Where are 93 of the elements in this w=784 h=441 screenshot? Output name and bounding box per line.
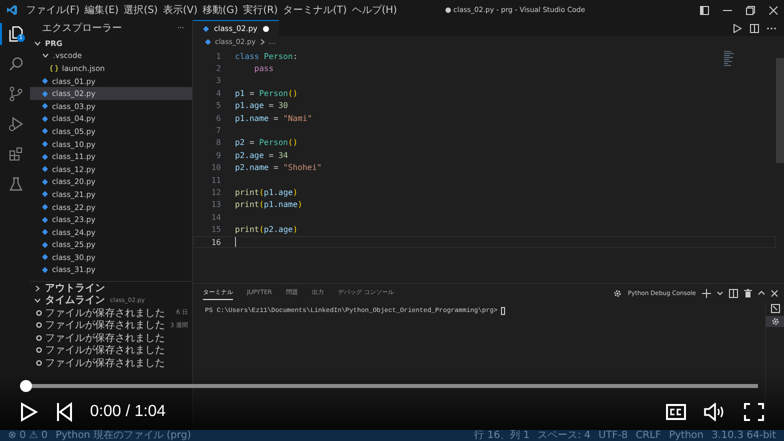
line-number: 16 — [210, 238, 222, 247]
chevron-up-icon[interactable] — [758, 290, 765, 296]
code-line: p2.name = "Shohei" — [235, 163, 322, 172]
braces-icon — [50, 64, 58, 72]
run-icon[interactable] — [733, 24, 742, 32]
search-icon[interactable] — [8, 56, 24, 72]
captions-icon[interactable] — [666, 404, 686, 420]
status-item[interactable]: スペース: 4 — [538, 430, 591, 441]
play-icon[interactable] — [20, 402, 38, 422]
menu-item[interactable]: ヘルプ(H) — [352, 3, 398, 17]
python-file-icon — [203, 26, 209, 32]
timeline-entry[interactable]: ファイルが保存されました — [45, 330, 165, 345]
menu-item[interactable]: 表示(V) — [162, 3, 198, 17]
scrollbar[interactable] — [776, 58, 784, 163]
line-number: 8 — [215, 138, 222, 148]
code-line: p2 = Person() — [235, 138, 298, 148]
circle-icon — [36, 347, 42, 354]
line-number: 5 — [215, 101, 222, 110]
text-cursor — [235, 237, 236, 248]
plus-icon[interactable] — [702, 288, 711, 298]
status-item[interactable]: 3.10.3 64-bit — [712, 430, 776, 441]
extensions-icon[interactable] — [8, 146, 24, 162]
status-item[interactable]: UTF-8 — [598, 430, 628, 441]
run-icon[interactable] — [8, 116, 24, 132]
line-number: 14 — [210, 212, 222, 222]
code-line: print(p1.name) — [235, 200, 302, 210]
branch-icon[interactable] — [8, 86, 24, 102]
code-line: p1.age = 30 — [235, 101, 288, 110]
circle-icon — [36, 334, 42, 341]
split-editor-icon[interactable] — [750, 24, 759, 32]
menu-item[interactable]: ターミナル(T) — [282, 3, 347, 17]
code-line: class Person: — [235, 52, 298, 61]
code-line: print(p1.age) — [235, 188, 298, 197]
line-number: 6 — [215, 114, 222, 123]
status-item[interactable]: ⊗ 0 ⚠ 0 — [8, 430, 48, 441]
files-icon[interactable] — [8, 26, 24, 42]
terminal-cursor — [501, 307, 506, 315]
outline-section-header[interactable]: アウトライン — [30, 281, 192, 294]
minimap-drawing[interactable] — [724, 51, 734, 66]
app-logo-icon — [6, 4, 18, 16]
close-icon[interactable] — [769, 6, 778, 14]
timeline-entry[interactable]: ファイルが保存されました — [45, 306, 165, 320]
line-number: 13 — [210, 200, 222, 210]
video-time: 0:00 / 1:04 — [90, 403, 166, 421]
line-number: 4 — [215, 88, 222, 98]
code-line: p1.name = "Nami" — [235, 114, 312, 123]
menu-item[interactable]: ファイル(F) — [26, 3, 80, 17]
line-number: 7 — [215, 126, 222, 136]
code-line: p1 = Person() — [235, 88, 298, 98]
gear-icon — [612, 288, 622, 298]
python-file-icon — [205, 39, 211, 45]
unsaved-dot-icon — [262, 26, 268, 32]
status-item[interactable]: 行 16、列 1 — [474, 430, 530, 441]
line-number: 9 — [215, 150, 222, 160]
split-terminal-icon[interactable] — [729, 288, 738, 298]
code-line: pass — [253, 64, 274, 74]
timeline-entry[interactable]: ファイルが保存されました — [45, 356, 165, 370]
terminal-icon[interactable] — [770, 304, 780, 313]
line-number: 2 — [215, 64, 222, 74]
layout-icon[interactable] — [700, 6, 709, 14]
restore-icon[interactable] — [746, 6, 755, 14]
timeline-section-header[interactable]: タイムライン — [34, 293, 105, 308]
line-number: 1 — [215, 52, 222, 61]
skip-back-icon[interactable] — [56, 402, 72, 422]
flask-icon[interactable] — [8, 176, 24, 192]
timeline-entry[interactable]: ファイルが保存されました — [45, 318, 165, 332]
volume-icon[interactable] — [704, 403, 726, 421]
circle-icon — [36, 310, 42, 316]
close-icon[interactable] — [771, 290, 778, 296]
timeline-entry[interactable]: ファイルが保存されました — [45, 343, 165, 358]
fullscreen-icon[interactable] — [744, 403, 764, 421]
line-number: 10 — [210, 163, 222, 172]
status-item[interactable]: Python 現在のファイル (prg) — [56, 430, 192, 441]
chevron-icon — [260, 39, 265, 45]
menu-item[interactable]: 編集(E) — [84, 3, 119, 17]
circle-icon — [36, 360, 42, 366]
circle-icon — [36, 322, 42, 328]
more-icon[interactable] — [767, 26, 776, 30]
code-line: print(p2.age) — [235, 225, 298, 234]
line-number: 12 — [210, 188, 222, 197]
menu-item[interactable]: 実行(R) — [243, 3, 278, 17]
status-item[interactable]: CRLF — [636, 430, 661, 441]
sidebar-title: エクスプローラー — [42, 22, 122, 35]
line-number: 15 — [210, 225, 222, 234]
trash-icon[interactable] — [744, 288, 752, 298]
code-line: p2.age = 34 — [235, 150, 288, 160]
status-item[interactable]: Python — [668, 430, 704, 441]
line-number: 3 — [215, 76, 222, 86]
menu-item[interactable]: 移動(G) — [202, 3, 238, 17]
menu-item[interactable]: 選択(S) — [124, 3, 158, 17]
gear-icon[interactable] — [770, 317, 780, 326]
chevron-down-icon[interactable] — [717, 290, 723, 296]
line-number: 11 — [210, 176, 222, 185]
